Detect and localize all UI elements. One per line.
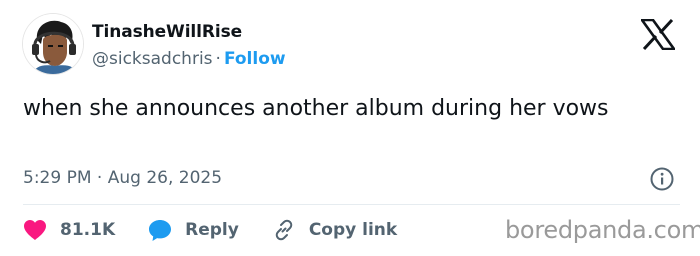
tweet-actions: 81.1K Reply Copy link	[23, 215, 430, 245]
follow-button[interactable]: Follow	[224, 49, 286, 69]
tweet-date: Aug 26, 2025	[107, 168, 223, 188]
like-button[interactable]: 81.1K	[23, 219, 115, 241]
tweet-time: 5:29 PM	[23, 168, 92, 188]
tweet-timestamp[interactable]: 5:29 PM · Aug 26, 2025	[23, 167, 222, 189]
tweet-author: TinasheWillRise @sicksadchris · Follow	[92, 22, 286, 69]
avatar[interactable]	[23, 14, 83, 74]
reply-button[interactable]: Reply	[148, 219, 239, 242]
divider	[23, 204, 680, 205]
handle-separator: ·	[215, 49, 221, 69]
author-display-name[interactable]: TinasheWillRise	[92, 22, 286, 42]
avatar-image	[23, 14, 83, 74]
reply-label: Reply	[185, 220, 239, 240]
tweet-text: when she announces another album during …	[23, 96, 609, 121]
copy-link-label: Copy link	[308, 220, 398, 240]
like-count: 81.1K	[60, 220, 116, 240]
x-logo-icon[interactable]	[639, 18, 677, 51]
info-icon[interactable]	[649, 166, 675, 192]
speech-bubble-icon	[148, 219, 172, 242]
heart-icon	[23, 219, 47, 241]
author-handle[interactable]: @sicksadchris	[92, 49, 213, 69]
author-handle-row: @sicksadchris · Follow	[92, 49, 286, 69]
timestamp-separator: ·	[96, 168, 103, 188]
copy-link-button[interactable]: Copy link	[272, 218, 397, 242]
link-icon	[272, 218, 296, 242]
watermark: boredpanda.com	[505, 216, 700, 244]
